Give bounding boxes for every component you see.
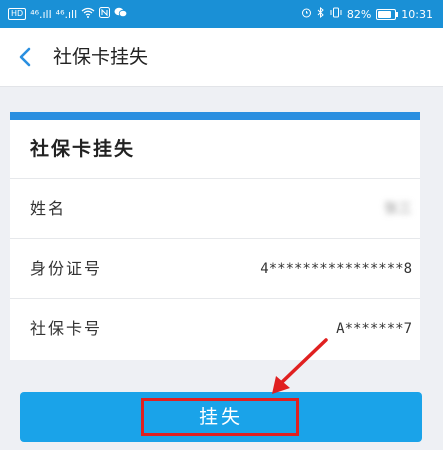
card-accent-bar [10,112,420,120]
id-number-label: 身份证号 [30,259,103,278]
name-value: 张三 [384,201,412,217]
wifi-icon [81,7,95,21]
battery-percent: 82% [346,7,372,21]
id-number-value: 4****************8 [260,261,412,277]
signal-icon: ⁴⁶.ıll [55,7,78,21]
id-number-row: 身份证号 4****************8 [10,238,420,299]
nfc-icon [99,7,111,21]
social-card-number-value: A*******7 [336,321,412,337]
social-card-number-label: 社保卡号 [30,319,103,338]
vibrate-icon [330,7,342,21]
chevron-left-icon [19,47,31,67]
info-card: 社保卡挂失 姓名 张三 身份证号 4****************8 社保卡号… [10,112,420,360]
social-card-number-row: 社保卡号 A*******7 [10,298,420,359]
clock: 10:31 [401,7,433,21]
alarm-icon [301,7,312,21]
battery-icon [376,8,399,20]
report-loss-label: 挂失 [198,406,243,428]
status-bar: HD ⁴⁶.ıll ⁴⁶.ıll 82% 10:31 [0,0,443,28]
navigation-bar: 社保卡挂失 [0,28,443,87]
card-title: 社保卡挂失 [30,138,136,160]
name-row: 姓名 张三 [10,178,420,239]
hd-badge: HD [8,8,27,20]
name-label: 姓名 [30,199,67,218]
page-title: 社保卡挂失 [53,46,149,68]
back-button[interactable] [13,44,39,70]
bluetooth-icon [317,6,325,21]
signal-icon: ⁴⁶.ıll [30,7,52,21]
wechat-icon [114,7,128,21]
report-loss-button[interactable]: 挂失 [20,392,422,442]
